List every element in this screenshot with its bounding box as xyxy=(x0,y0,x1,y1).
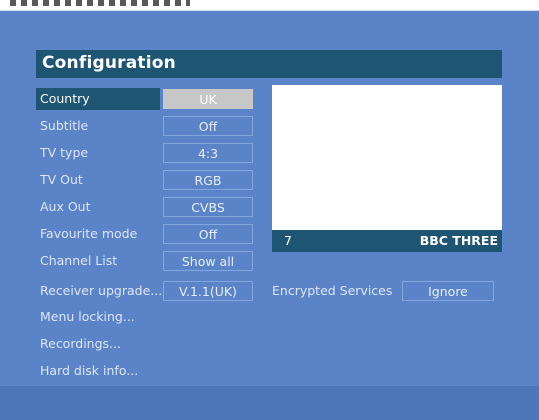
channel-number: 7 xyxy=(284,233,292,248)
setting-value-channel-list[interactable]: Show all xyxy=(163,251,253,271)
setting-label-aux-out[interactable]: Aux Out xyxy=(40,196,91,218)
encrypted-services-value[interactable]: Ignore xyxy=(402,281,494,301)
setting-label-country[interactable]: Country xyxy=(36,88,160,110)
video-preview xyxy=(272,85,502,252)
setting-label-tv-type[interactable]: TV type xyxy=(40,142,88,164)
setting-value-receiver-upgrade[interactable]: V.1.1(UK) xyxy=(163,281,253,301)
menu-title: Configuration xyxy=(42,53,176,73)
top-dashes xyxy=(10,0,190,6)
bottom-band xyxy=(0,386,539,420)
setting-value-aux-out[interactable]: CVBS xyxy=(163,197,253,217)
setting-label-channel-list[interactable]: Channel List xyxy=(40,250,117,272)
channel-info-bar: 7 BBC THREE xyxy=(272,230,502,252)
setting-label-receiver-upgrade[interactable]: Receiver upgrade... xyxy=(40,280,162,302)
top-border xyxy=(0,0,539,11)
menu-title-bar: Configuration xyxy=(36,50,502,78)
menu-item-recordings[interactable]: Recordings... xyxy=(40,333,121,355)
setting-value-subtitle[interactable]: Off xyxy=(163,116,253,136)
setting-label-favourite-mode[interactable]: Favourite mode xyxy=(40,223,137,245)
setting-value-tv-out[interactable]: RGB xyxy=(163,170,253,190)
setting-value-favourite-mode[interactable]: Off xyxy=(163,224,253,244)
menu-item-menu-locking[interactable]: Menu locking... xyxy=(40,306,135,328)
channel-name: BBC THREE xyxy=(419,233,498,248)
setting-value-tv-type[interactable]: 4:3 xyxy=(163,143,253,163)
setting-label-tv-out[interactable]: TV Out xyxy=(40,169,83,191)
setting-value-country[interactable]: UK xyxy=(163,89,253,109)
setting-label-subtitle[interactable]: Subtitle xyxy=(40,115,88,137)
menu-item-hard-disk-info[interactable]: Hard disk info... xyxy=(40,360,138,382)
tv-screen: Configuration Country UK Subtitle Off TV… xyxy=(0,0,539,420)
encrypted-services-label[interactable]: Encrypted Services xyxy=(272,280,392,302)
